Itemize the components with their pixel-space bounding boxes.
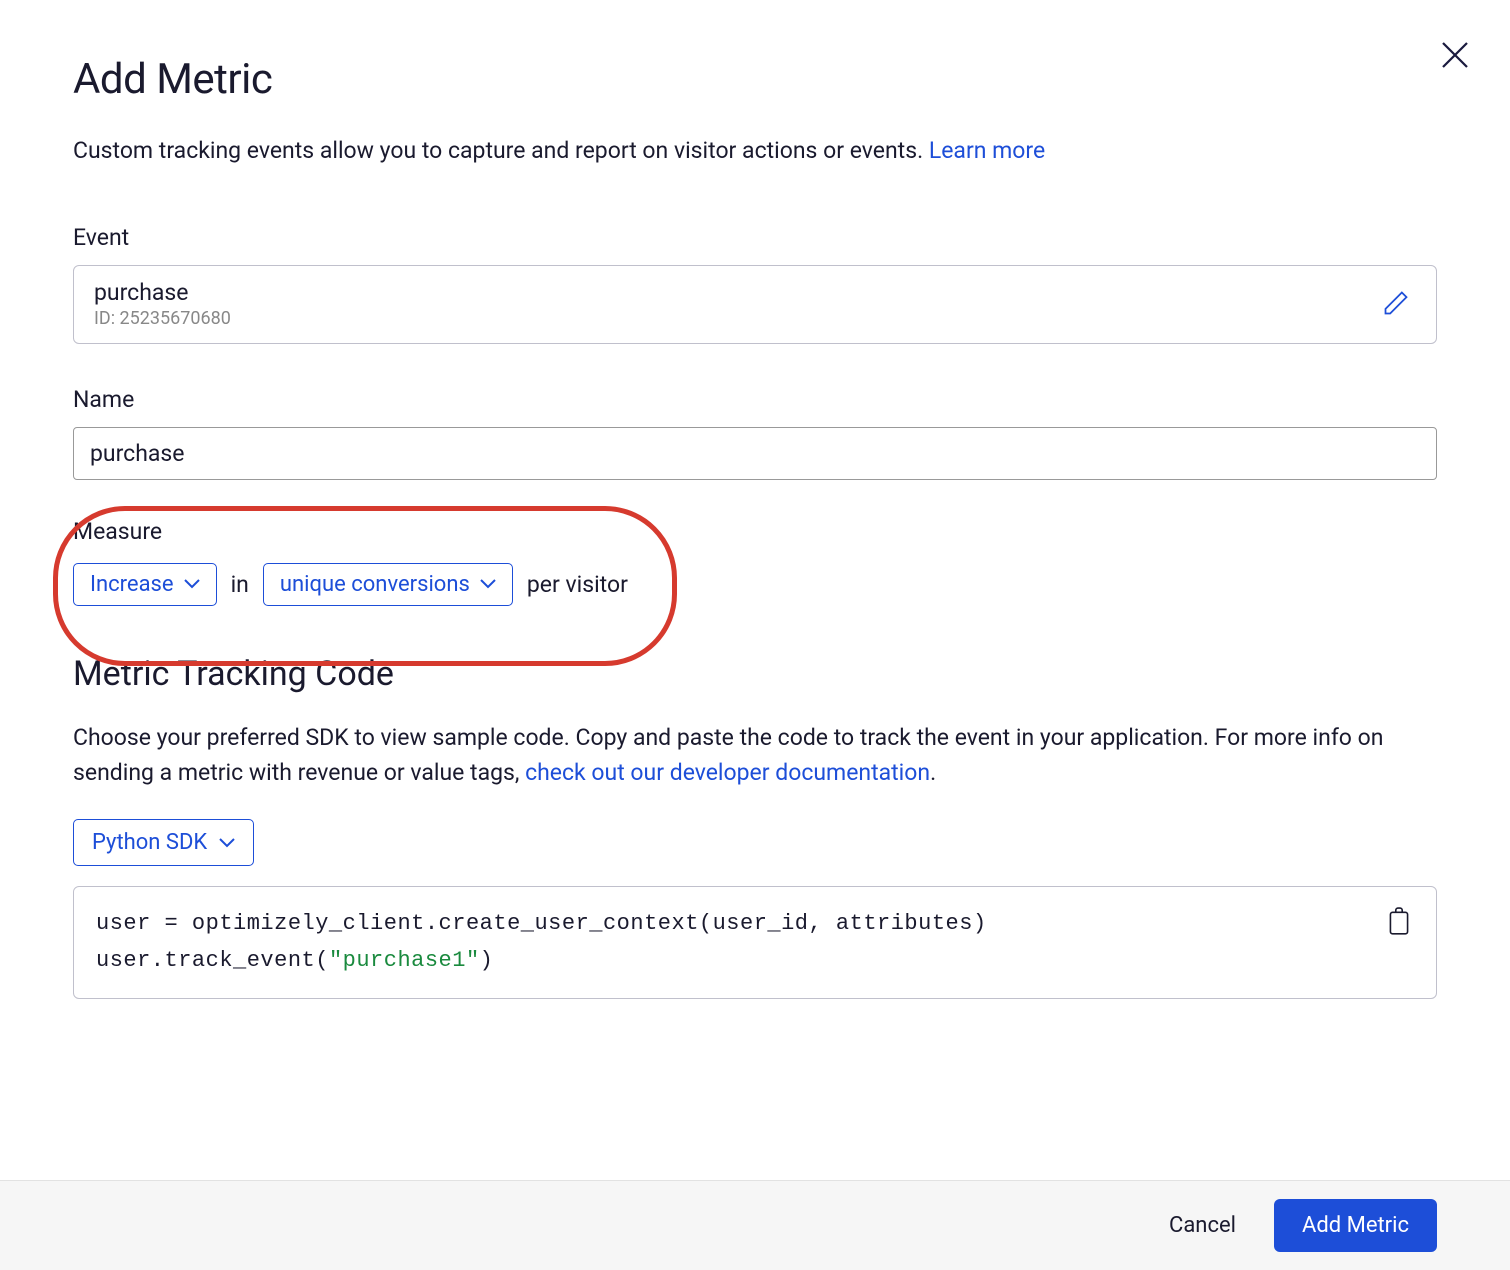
sdk-select[interactable]: Python SDK	[73, 819, 254, 866]
page-subtitle: Custom tracking events allow you to capt…	[73, 134, 1437, 169]
copy-code-button[interactable]	[1382, 903, 1416, 944]
measure-section: Measure Increase in unique conversions p…	[73, 508, 1437, 630]
measure-aggregation-value: unique conversions	[280, 572, 470, 597]
clipboard-icon	[1386, 907, 1412, 937]
tracking-code-description: Choose your preferred SDK to view sample…	[73, 720, 1437, 791]
modal-footer: Cancel Add Metric	[0, 1180, 1510, 1270]
measure-connector-in: in	[231, 571, 249, 598]
event-id: ID: 25235670680	[94, 307, 231, 330]
measure-aggregation-select[interactable]: unique conversions	[263, 563, 513, 606]
pencil-icon	[1382, 289, 1410, 317]
developer-docs-link[interactable]: check out our developer documentation	[525, 759, 930, 786]
name-label: Name	[73, 386, 1437, 413]
chevron-down-icon	[219, 838, 235, 848]
page-title: Add Metric	[73, 55, 1437, 104]
tracking-code-title: Metric Tracking Code	[73, 654, 1437, 694]
measure-direction-value: Increase	[90, 572, 174, 597]
code-line-1: user = optimizely_client.create_user_con…	[96, 905, 1414, 942]
close-button[interactable]	[1435, 35, 1475, 75]
event-name: purchase	[94, 278, 231, 308]
subtitle-text: Custom tracking events allow you to capt…	[73, 137, 929, 164]
measure-direction-select[interactable]: Increase	[73, 563, 217, 606]
close-icon	[1437, 37, 1473, 73]
name-input[interactable]	[73, 427, 1437, 480]
chevron-down-icon	[184, 579, 200, 589]
measure-suffix: per visitor	[527, 571, 628, 598]
event-label: Event	[73, 224, 1437, 251]
cancel-button[interactable]: Cancel	[1169, 1213, 1236, 1238]
add-metric-modal: Add Metric Custom tracking events allow …	[0, 0, 1510, 999]
chevron-down-icon	[480, 579, 496, 589]
code-block: user = optimizely_client.create_user_con…	[73, 886, 1437, 999]
learn-more-link[interactable]: Learn more	[929, 137, 1045, 164]
code-line-2: user.track_event("purchase1")	[96, 942, 1414, 979]
sdk-select-value: Python SDK	[92, 830, 207, 855]
event-display: purchase ID: 25235670680	[73, 265, 1437, 344]
add-metric-button[interactable]: Add Metric	[1274, 1199, 1437, 1252]
measure-label: Measure	[73, 518, 1437, 545]
edit-event-button[interactable]	[1376, 283, 1416, 326]
